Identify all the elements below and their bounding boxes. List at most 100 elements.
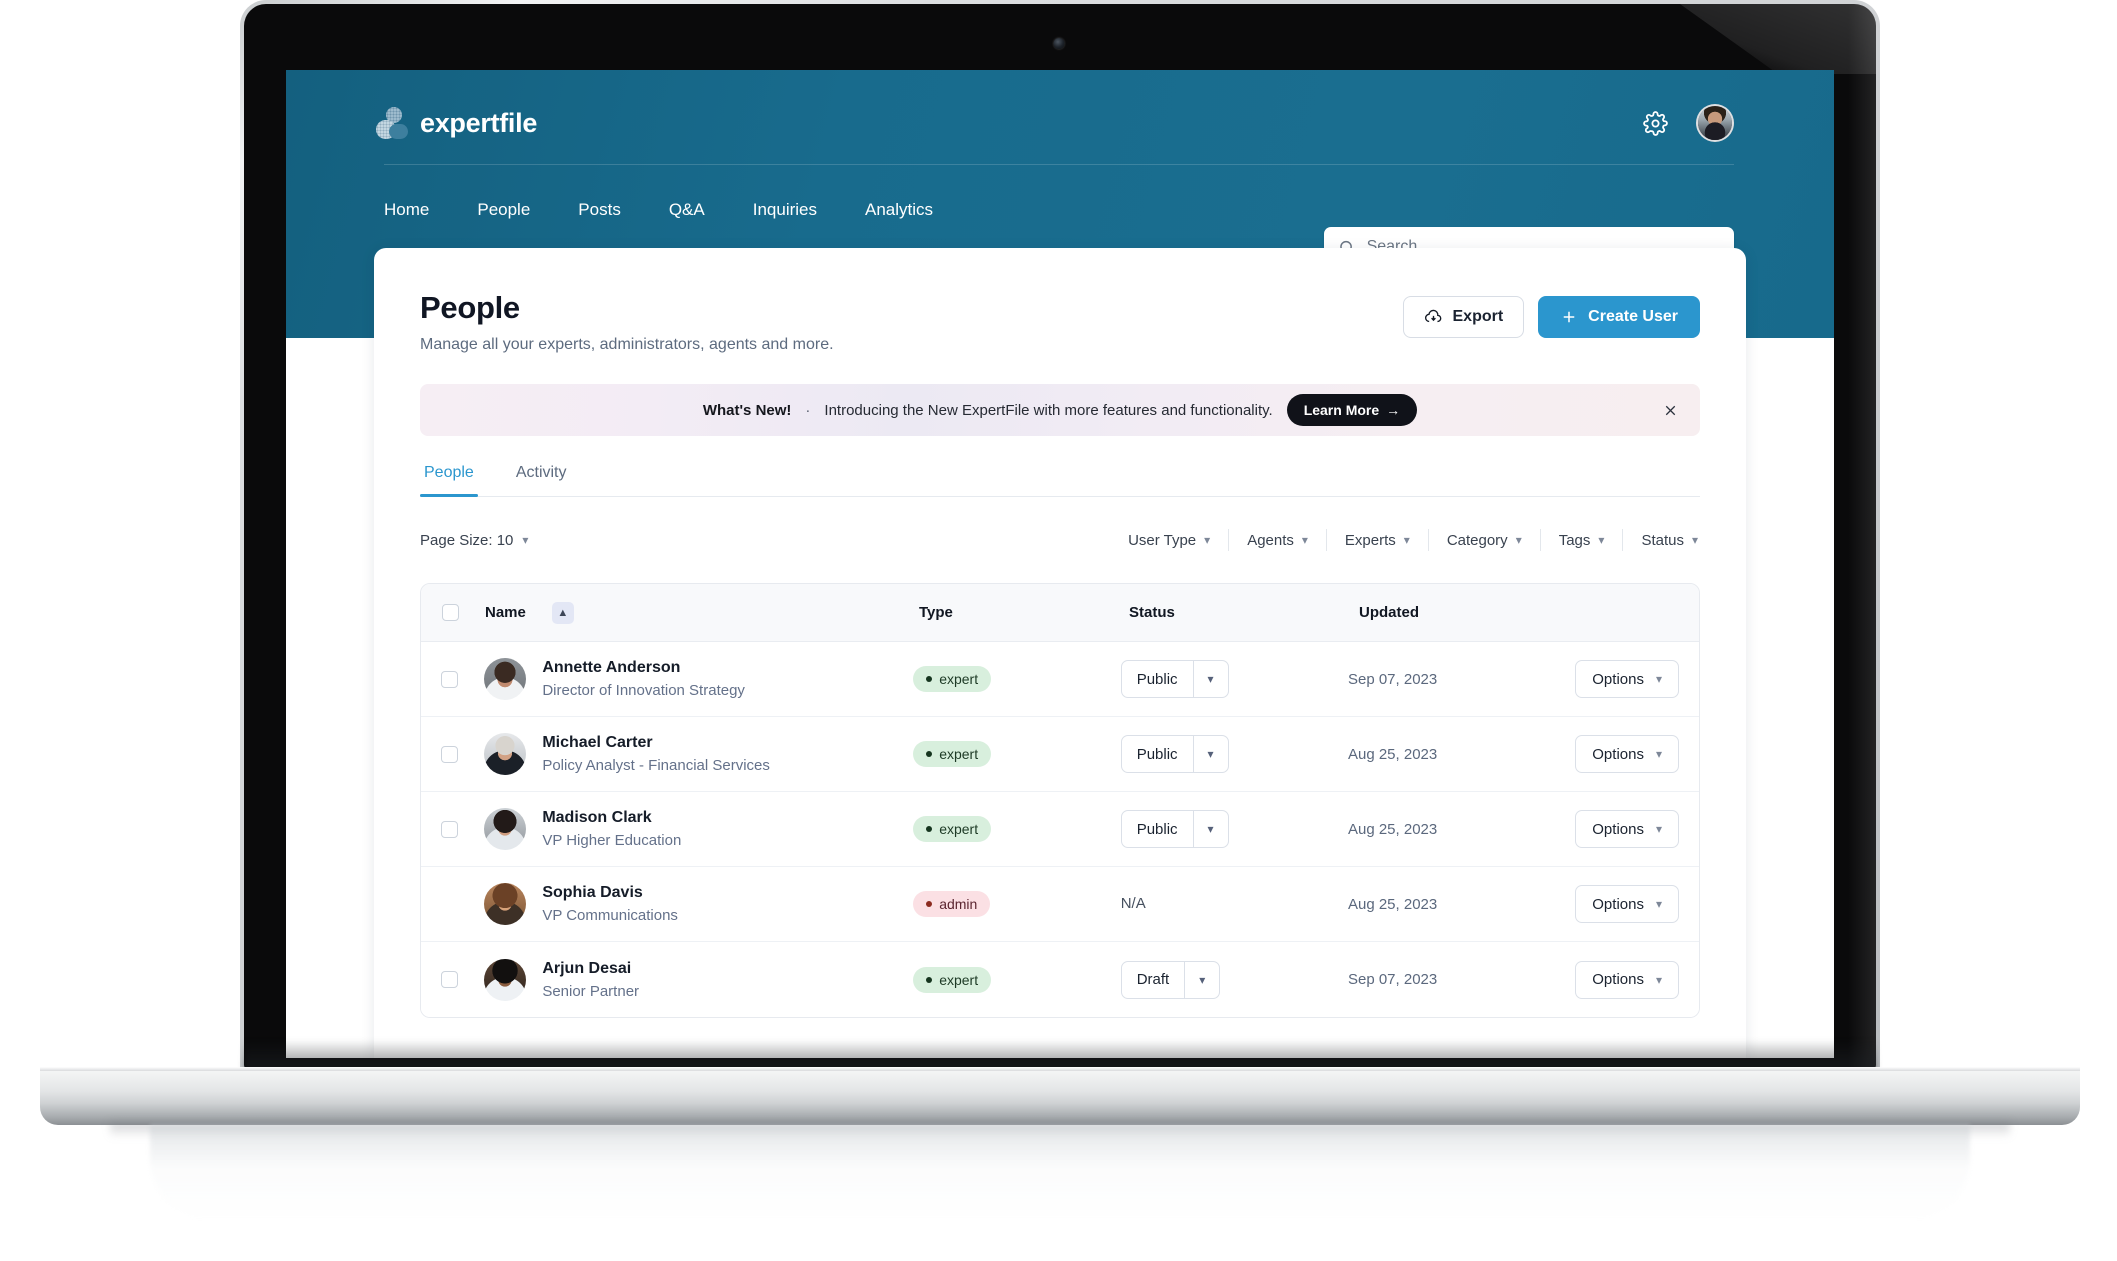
person-name[interactable]: Arjun Desai (542, 960, 639, 978)
banner-title: What's New! (702, 401, 792, 419)
options-button[interactable]: Options ▾ (1575, 885, 1679, 923)
person-role: Director of Innovation Strategy (542, 682, 745, 699)
person-name[interactable]: Michael Carter (542, 734, 770, 752)
table-row: Madison Clark VP Higher Education expert (421, 792, 1699, 867)
bezel-reflection (1680, 4, 1876, 74)
cloud-download-icon (1424, 309, 1441, 322)
nav-item-qa[interactable]: Q&A (669, 200, 705, 220)
create-user-button[interactable]: Create User (1538, 296, 1700, 338)
person-name[interactable]: Madison Clark (542, 809, 681, 827)
row-name-cell: Madison Clark VP Higher Education (478, 808, 913, 850)
chevron-down-icon: ▾ (1598, 533, 1605, 547)
row-checkbox[interactable] (441, 820, 459, 838)
type-badge-label: expert (939, 746, 979, 762)
chevron-down-icon: ▾ (1655, 822, 1662, 836)
gear-icon[interactable] (1640, 108, 1670, 138)
chevron-down-icon[interactable]: ▾ (1185, 962, 1219, 998)
row-select-cell (421, 820, 478, 838)
person-name[interactable]: Sophia Davis (542, 884, 678, 902)
table-header-row: Name ▲ Type Status Updated (421, 584, 1699, 642)
learn-more-button[interactable]: Learn More → (1286, 394, 1418, 426)
options-label: Options (1592, 745, 1644, 763)
create-user-label: Create User (1588, 308, 1678, 325)
avatar (484, 658, 527, 700)
brand-logo[interactable]: expertfile (374, 106, 537, 140)
select-all-checkbox[interactable] (441, 604, 459, 621)
export-button[interactable]: Export (1402, 296, 1525, 338)
person-role: Senior Partner (542, 982, 640, 1000)
status-dot-icon (926, 751, 933, 757)
row-type-cell: expert (913, 816, 1121, 842)
row-updated-cell: Sep 07, 2023 (1347, 971, 1438, 988)
filter-tags[interactable]: Tags ▾ (1541, 529, 1624, 551)
chevron-down-icon: ▾ (1655, 747, 1662, 761)
row-name-cell: Sophia Davis VP Communications (478, 883, 913, 925)
type-badge: expert (913, 741, 992, 767)
status-dropdown[interactable]: Public ▾ (1120, 810, 1229, 848)
expertfile-app: expertfile Home People Posts Q&A Inquiri… (286, 70, 1834, 1058)
type-badge: expert (913, 816, 992, 842)
filter-status[interactable]: Status ▾ (1623, 529, 1700, 551)
brand-name: expertfile (420, 107, 538, 138)
chevron-down-icon[interactable]: ▾ (1194, 811, 1228, 847)
avatar[interactable] (1696, 104, 1734, 142)
close-icon[interactable] (1658, 398, 1682, 422)
nav-item-analytics[interactable]: Analytics (865, 200, 933, 220)
status-label: Draft (1122, 961, 1186, 998)
status-dropdown[interactable]: Draft ▾ (1120, 960, 1221, 999)
banner-content: What's New! · Introducing the New Expert… (702, 394, 1418, 426)
bezel-edge-highlight (1848, 4, 1876, 1069)
page-title: People (420, 290, 520, 325)
status-dropdown[interactable]: Public ▾ (1120, 735, 1229, 773)
row-select-cell (421, 670, 478, 688)
chevron-down-icon: ▾ (1655, 897, 1662, 911)
chevron-down-icon: ▾ (1403, 533, 1410, 547)
options-button[interactable]: Options ▾ (1575, 660, 1679, 698)
filter-user-type[interactable]: User Type ▾ (1110, 529, 1230, 551)
options-button[interactable]: Options ▾ (1575, 810, 1679, 848)
row-status-cell: Public ▾ (1120, 735, 1348, 773)
options-button[interactable]: Options ▾ (1575, 735, 1679, 773)
nav-item-inquiries[interactable]: Inquiries (753, 200, 817, 220)
status-dropdown[interactable]: Public ▾ (1120, 660, 1229, 698)
tab-people[interactable]: People (420, 464, 478, 497)
type-badge-label: expert (939, 971, 979, 988)
row-type-cell: admin (913, 891, 1121, 917)
page-size-selector[interactable]: Page Size: 10 ▾ (420, 532, 528, 549)
chevron-down-icon: ▾ (1301, 533, 1308, 547)
person-name[interactable]: Annette Anderson (542, 659, 745, 677)
row-checkbox[interactable] (441, 971, 459, 988)
avatar (484, 808, 527, 850)
column-name-label: Name (485, 604, 526, 621)
chevron-up-icon[interactable]: ▲ (551, 601, 574, 624)
tab-activity[interactable]: Activity (512, 464, 571, 496)
nav-item-people[interactable]: People (477, 200, 530, 220)
row-name-cell: Michael Carter Policy Analyst - Financia… (478, 733, 913, 775)
filter-status-label: Status (1641, 531, 1684, 549)
chevron-down-icon[interactable]: ▾ (1194, 661, 1228, 697)
chevron-down-icon: ▾ (1655, 972, 1662, 987)
filter-category[interactable]: Category ▾ (1429, 529, 1541, 551)
arrow-right-icon: → (1386, 402, 1401, 418)
type-badge-label: expert (939, 821, 979, 837)
row-updated-cell: Aug 25, 2023 (1347, 745, 1438, 763)
row-options-cell: Options ▾ (1575, 810, 1699, 848)
chevron-down-icon[interactable]: ▾ (1194, 736, 1228, 772)
row-checkbox[interactable] (441, 745, 459, 763)
row-updated-cell: Sep 07, 2023 (1347, 670, 1438, 688)
column-name[interactable]: Name ▲ (479, 601, 919, 624)
filter-agents[interactable]: Agents ▾ (1229, 529, 1327, 551)
select-all-cell (421, 604, 479, 621)
table-row: Michael Carter Policy Analyst - Financia… (421, 717, 1699, 792)
options-button[interactable]: Options ▾ (1575, 960, 1679, 999)
export-label: Export (1452, 308, 1504, 325)
laptop-screen: expertfile Home People Posts Q&A Inquiri… (286, 70, 1834, 1058)
avatar (484, 733, 527, 775)
header-actions (1640, 104, 1734, 142)
person-role: VP Higher Education (542, 832, 682, 849)
nav-item-posts[interactable]: Posts (578, 200, 621, 220)
filter-experts[interactable]: Experts ▾ (1327, 529, 1429, 551)
filter-user-type-label: User Type (1128, 531, 1197, 549)
row-checkbox[interactable] (441, 670, 459, 688)
nav-item-home[interactable]: Home (384, 200, 429, 220)
